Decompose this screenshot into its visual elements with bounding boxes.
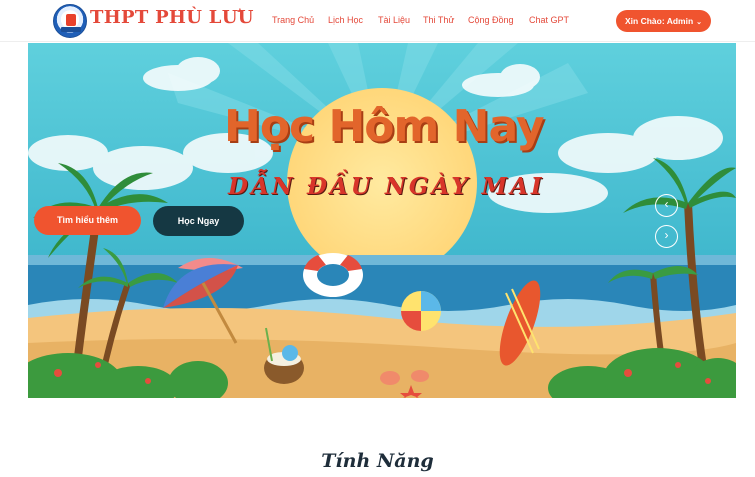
- chevron-down-icon: ⌄: [696, 19, 703, 26]
- brand-name[interactable]: THPT PHÙ LƯU: [90, 7, 254, 28]
- navbar: THPT PHÙ LƯU Trang Chủ Lịch Học Tài Liệu…: [0, 0, 755, 42]
- nav-item-chat-gpt[interactable]: Chat GPT: [529, 15, 569, 25]
- chevron-left-icon: ‹: [664, 197, 669, 211]
- study-now-button[interactable]: Học Ngay: [153, 206, 244, 236]
- nav-item-home[interactable]: Trang Chủ: [272, 15, 314, 25]
- school-logo[interactable]: [53, 4, 87, 38]
- features-section-title: Tính Năng: [321, 450, 434, 472]
- nav-item-schedule[interactable]: Lịch Học: [328, 15, 363, 25]
- nav-item-mock-test[interactable]: Thi Thử: [423, 15, 454, 25]
- chevron-right-icon: ›: [664, 228, 669, 242]
- hero-subtitle: DẪN ĐẦU NGÀY MAI: [228, 173, 545, 200]
- account-dropdown-button[interactable]: Xin Chào: Admin ⌄: [616, 10, 711, 32]
- nav-item-community[interactable]: Cộng Đồng: [468, 15, 514, 25]
- carousel-prev-button[interactable]: ‹: [655, 194, 678, 217]
- learn-more-button[interactable]: Tìm hiểu thêm: [34, 206, 141, 235]
- hero-title: Học Hôm Nay: [224, 101, 545, 152]
- account-label: Xin Chào: Admin: [624, 16, 694, 26]
- hero-carousel: Học Hôm Nay DẪN ĐẦU NGÀY MAI Tìm hiểu th…: [28, 43, 736, 398]
- nav-item-documents[interactable]: Tài Liệu: [378, 15, 410, 25]
- carousel-next-button[interactable]: ›: [655, 225, 678, 248]
